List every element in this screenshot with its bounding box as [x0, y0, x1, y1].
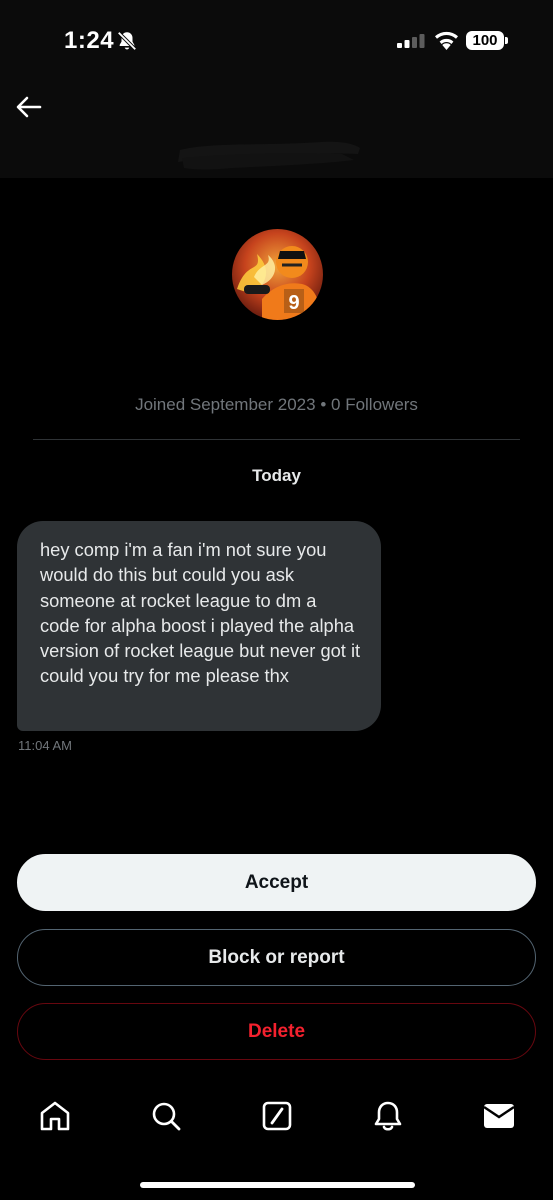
profile-meta: Joined September 2023 • 0 Followers — [0, 395, 553, 415]
back-arrow-icon[interactable] — [14, 92, 44, 122]
notifications-icon[interactable] — [371, 1099, 405, 1133]
search-icon[interactable] — [149, 1099, 183, 1133]
battery-nub — [505, 37, 508, 44]
status-time: 1:24 — [64, 27, 115, 54]
followers-count[interactable]: 0 Followers — [331, 395, 418, 414]
battery-indicator: 100 — [466, 31, 504, 50]
delete-button[interactable]: Delete — [17, 1003, 536, 1060]
message-text: hey comp i'm a fan i'm not sure you woul… — [40, 539, 361, 687]
meta-separator: • — [320, 395, 327, 414]
bell-off-icon — [117, 31, 137, 51]
signal-icon — [397, 34, 425, 48]
svg-text:9: 9 — [288, 292, 299, 314]
home-indicator[interactable] — [140, 1182, 415, 1188]
compose-icon[interactable] — [260, 1099, 294, 1133]
message-timestamp: 11:04 AM — [18, 738, 72, 753]
date-separator: Today — [252, 466, 301, 485]
redacted-username — [178, 141, 360, 170]
message-bubble[interactable]: hey comp i'm a fan i'm not sure you woul… — [17, 521, 381, 731]
joined-date: Joined September 2023 — [135, 395, 316, 414]
accept-button[interactable]: Accept — [17, 854, 536, 911]
wifi-icon — [435, 31, 458, 50]
messages-icon[interactable] — [482, 1099, 516, 1133]
avatar[interactable]: 9 — [232, 229, 323, 320]
avatar-image: 9 — [232, 229, 323, 320]
home-icon[interactable] — [38, 1099, 72, 1133]
block-or-report-button[interactable]: Block or report — [17, 929, 536, 986]
divider — [33, 439, 520, 440]
